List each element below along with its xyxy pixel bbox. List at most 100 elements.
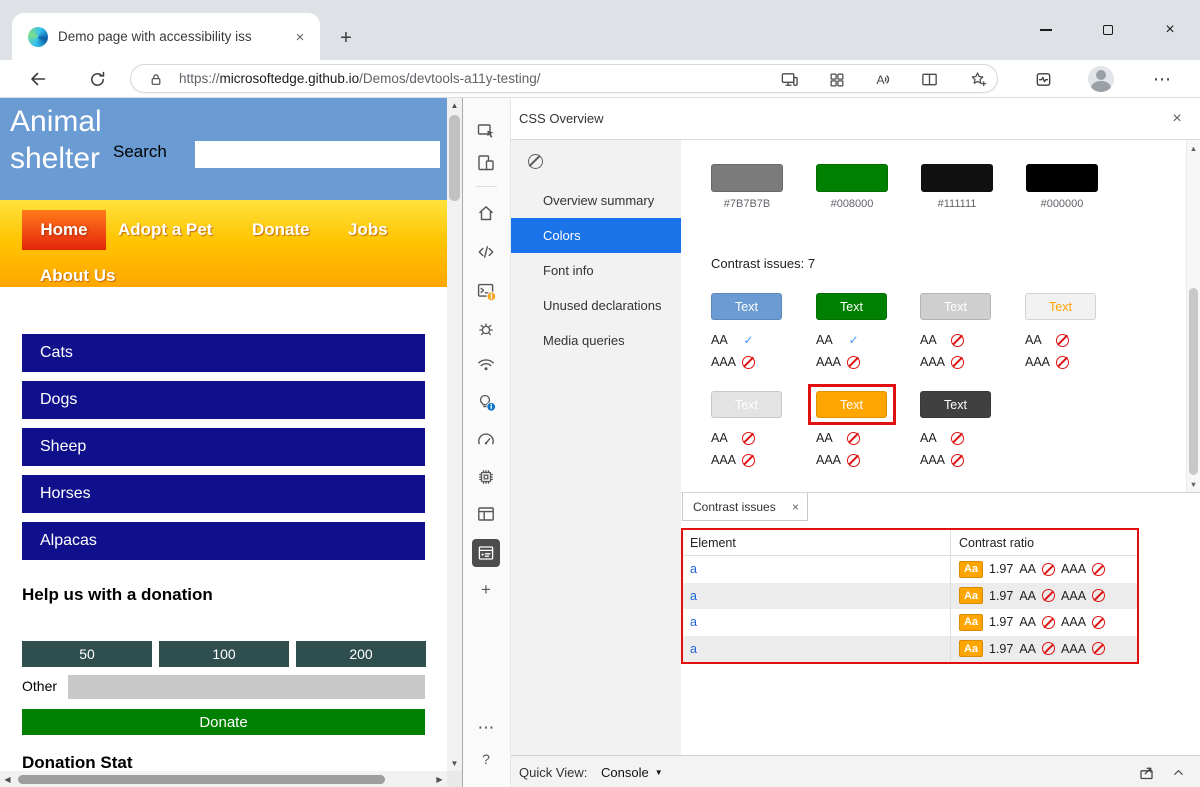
url-text[interactable]: https://microsoftedge.github.io/Demos/de…: [179, 71, 540, 86]
table-row[interactable]: a Aa 1.97 AA AAA: [683, 583, 1137, 610]
color-swatch[interactable]: [921, 164, 993, 192]
contrast-sample: Text AA AAA: [920, 293, 991, 369]
scroll-down-button[interactable]: ▼: [1187, 477, 1200, 491]
profile-button[interactable]: [1087, 66, 1115, 92]
inspect-tool-button[interactable]: [474, 119, 498, 143]
element-link[interactable]: a: [690, 642, 697, 656]
browser-essentials-button[interactable]: [1029, 66, 1057, 92]
sidebar-item-font-info[interactable]: Font info: [511, 253, 681, 288]
amount-button-200[interactable]: 200: [296, 641, 426, 667]
element-link[interactable]: a: [690, 615, 697, 629]
quick-view-bar: Quick View: Console ▼: [511, 755, 1200, 787]
window-close-button[interactable]: ×: [1155, 16, 1185, 44]
add-favorite-button[interactable]: [967, 69, 989, 90]
contrast-sample-swatch[interactable]: Text: [816, 293, 887, 320]
help-button[interactable]: ?: [474, 747, 498, 771]
scroll-left-button[interactable]: ◀: [0, 771, 15, 787]
contrast-sample-swatch[interactable]: Text: [920, 391, 991, 418]
animal-button-sheep[interactable]: Sheep: [22, 428, 425, 466]
nav-item-jobs[interactable]: Jobs: [348, 210, 388, 250]
overview-scrollbar[interactable]: ▲ ▼: [1186, 140, 1200, 492]
scroll-up-button[interactable]: ▲: [1187, 141, 1200, 155]
network-tab-button[interactable]: [474, 353, 498, 377]
panel-close-button[interactable]: ×: [1166, 108, 1188, 130]
panel-header: CSS Overview ×: [511, 98, 1200, 140]
nav-item-about-us[interactable]: About Us: [40, 256, 116, 296]
col-header-contrast-ratio[interactable]: Contrast ratio: [951, 530, 1137, 555]
quick-view-dropdown[interactable]: Console ▼: [601, 765, 663, 780]
horizontal-scroll-thumb[interactable]: [18, 775, 385, 784]
maximize-button[interactable]: [1093, 16, 1123, 44]
table-row[interactable]: a Aa 1.97 AA AAA: [683, 556, 1137, 583]
device-emulation-button[interactable]: [474, 151, 498, 175]
donate-button[interactable]: Donate: [22, 709, 425, 735]
welcome-tab-button[interactable]: [474, 201, 498, 225]
other-amount-input[interactable]: [68, 675, 425, 699]
amount-button-50[interactable]: 50: [22, 641, 152, 667]
minimize-button[interactable]: [1031, 16, 1061, 44]
page-vertical-scrollbar[interactable]: ▲ ▼: [447, 98, 462, 771]
scroll-right-button[interactable]: ▶: [432, 771, 447, 787]
back-button[interactable]: [24, 66, 52, 92]
drawer-tab-contrast-issues[interactable]: Contrast issues ×: [682, 493, 808, 521]
nav-item-home[interactable]: Home: [22, 210, 106, 250]
table-row[interactable]: a Aa 1.97 AA AAA: [683, 636, 1137, 663]
settings-menu-button[interactable]: ⋯: [1148, 66, 1176, 92]
contrast-sample-swatch[interactable]: Text: [920, 293, 991, 320]
address-bar[interactable]: https://microsoftedge.github.io/Demos/de…: [130, 64, 998, 93]
page-horizontal-scrollbar[interactable]: ◀ ▶: [0, 771, 447, 787]
sidebar-item-unused-declarations[interactable]: Unused declarations: [511, 288, 681, 323]
scroll-down-button[interactable]: ▼: [447, 756, 462, 771]
search-input[interactable]: [195, 141, 440, 168]
contrast-sample-swatch[interactable]: Text: [1025, 293, 1096, 320]
site-security-lock-icon[interactable]: [149, 72, 163, 87]
element-link[interactable]: a: [690, 589, 697, 603]
amount-button-100[interactable]: 100: [159, 641, 289, 667]
elements-tab-button[interactable]: [474, 240, 498, 264]
contrast-ratio-value: 1.97: [989, 562, 1013, 576]
devices-button[interactable]: [778, 69, 800, 90]
browser-tab[interactable]: Demo page with accessibility iss ×: [12, 13, 320, 60]
table-row[interactable]: a Aa 1.97 AA AAA: [683, 609, 1137, 636]
new-tab-button[interactable]: +: [334, 26, 358, 50]
clear-overview-button[interactable]: [523, 149, 547, 173]
contrast-sample-swatch[interactable]: Text: [711, 391, 782, 418]
add-tools-button[interactable]: +: [474, 578, 498, 602]
nav-item-donate[interactable]: Donate: [252, 210, 310, 250]
drawer-tab-close-icon[interactable]: ×: [792, 500, 799, 514]
expand-quickview-button[interactable]: [1134, 761, 1158, 783]
drawer-tab-label: Contrast issues: [693, 500, 776, 514]
animal-button-alpacas[interactable]: Alpacas: [22, 522, 425, 560]
collapse-quickview-button[interactable]: [1166, 761, 1190, 783]
vertical-scroll-thumb[interactable]: [449, 115, 460, 201]
application-tab-button[interactable]: [474, 502, 498, 526]
performance-tab-button[interactable]: [474, 427, 498, 451]
memory-chip-icon: [476, 467, 496, 487]
split-screen-button[interactable]: [918, 69, 940, 90]
memory-tab-button[interactable]: [474, 465, 498, 489]
console-tab-button[interactable]: [474, 279, 498, 303]
tab-close-icon[interactable]: ×: [290, 27, 310, 47]
col-header-element[interactable]: Element: [683, 530, 951, 555]
css-overview-tab-button[interactable]: [472, 539, 500, 567]
contrast-sample-swatch[interactable]: Text: [711, 293, 782, 320]
read-aloud-button[interactable]: A: [872, 69, 894, 90]
apps-grid-button[interactable]: [826, 69, 848, 90]
issues-tab-button[interactable]: [474, 390, 498, 414]
refresh-button[interactable]: [83, 66, 111, 92]
color-swatch[interactable]: [816, 164, 888, 192]
color-swatch[interactable]: [1026, 164, 1098, 192]
color-swatch[interactable]: [711, 164, 783, 192]
sidebar-item-colors[interactable]: Colors: [511, 218, 681, 253]
nav-item-adopt-a-pet[interactable]: Adopt a Pet: [118, 210, 212, 250]
animal-button-dogs[interactable]: Dogs: [22, 381, 425, 419]
animal-button-horses[interactable]: Horses: [22, 475, 425, 513]
sidebar-item-overview-summary[interactable]: Overview summary: [511, 183, 681, 218]
overview-scroll-thumb[interactable]: [1189, 288, 1198, 475]
animal-button-cats[interactable]: Cats: [22, 334, 425, 372]
more-tools-button[interactable]: ⋯: [474, 716, 498, 740]
sidebar-item-media-queries[interactable]: Media queries: [511, 323, 681, 358]
scroll-up-button[interactable]: ▲: [447, 98, 462, 113]
element-link[interactable]: a: [690, 562, 697, 576]
debugger-tab-button[interactable]: [474, 316, 498, 340]
